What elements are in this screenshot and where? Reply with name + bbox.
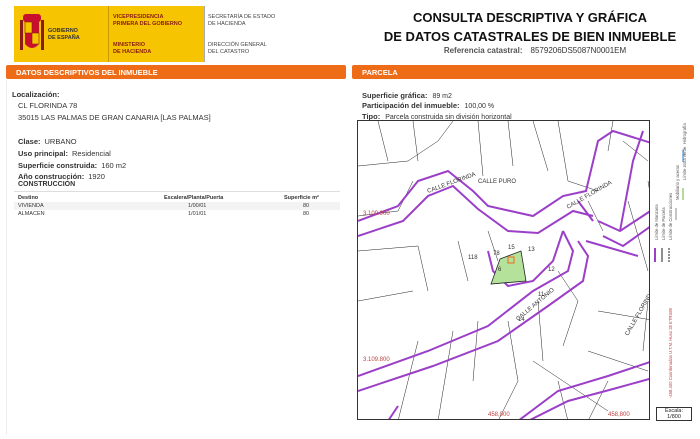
coord-label-top: 3.109.900 xyxy=(363,211,390,217)
secretaria-label: SECRETARÍA DE ESTADO DE HACIENDA xyxy=(208,14,276,27)
page-title: CONSULTA DESCRIPTIVA Y GRÁFICA DE DATOS … xyxy=(370,8,690,46)
table-row xyxy=(14,202,340,210)
section-header-descriptivos: DATOS DESCRIPTIVOS DEL INMUEBLE xyxy=(6,65,346,79)
title-line1: CONSULTA DESCRIPTIVA Y GRÁFICA xyxy=(412,10,647,25)
localizacion-label: Localización: xyxy=(12,90,60,99)
parcel-number: 13 xyxy=(528,247,535,253)
address-line1: CL FLORINDA 78 xyxy=(18,101,78,110)
catastro-divider xyxy=(204,6,205,62)
referencia-catastral: Referencia catastral: 8579206DS5087N0001E… xyxy=(380,46,690,55)
th-superficie: Superficie m² xyxy=(284,195,319,201)
coord-label-bottom: 3.109.800 xyxy=(363,357,390,363)
parcel-number: 15 xyxy=(508,245,515,251)
anio-label: Año construcción: xyxy=(18,172,85,181)
spain-crest-icon xyxy=(20,12,44,56)
th-escalera: Escalera/Planta/Puerta xyxy=(164,195,224,201)
cell-destino-2: ALMACEN xyxy=(18,211,45,217)
title-line2: DE DATOS CATASTRALES DE BIEN INMUEBLE xyxy=(383,29,677,44)
vicepresidencia-label: VICEPRESIDENCIA PRIMERA DEL GOBIERNO xyxy=(113,14,183,27)
escala-value: 1/800 xyxy=(667,414,681,420)
parcel-number: 14 xyxy=(518,317,525,323)
map-svg: 3.109.900 3.109.800 458,000 458,800 CALL… xyxy=(358,121,691,419)
cell-escalera-2: 1/01/01 xyxy=(188,211,207,217)
parcel-number: 11 xyxy=(538,292,545,298)
direccion-label: DIRECCIÓN GENERAL DEL CATASTRO xyxy=(208,42,267,55)
table-row xyxy=(14,210,340,218)
parcel-number: 118 xyxy=(468,255,478,261)
ref-value: 8579206DS5087N0001EM xyxy=(530,46,627,55)
legend-item: Límite de Parcela xyxy=(661,207,666,240)
cell-destino-1: VIVIENDA xyxy=(18,203,44,209)
construccion-table: Destino Escalera/Planta/Puerta Superfici… xyxy=(14,191,340,435)
th-destino: Destino xyxy=(18,195,39,201)
header-divider xyxy=(108,6,109,62)
legend-item: Hidrografía xyxy=(682,123,687,144)
parcel-number: 78 xyxy=(493,251,500,257)
catastro-box: SECRETARÍA DE ESTADO DE HACIENDA DIRECCI… xyxy=(204,6,291,62)
coord-x1: 458,000 xyxy=(488,412,510,418)
section-header-parcela: PARCELA xyxy=(352,65,694,79)
legend-item: Límite de Construcciones xyxy=(668,193,673,240)
coord-x2: 458,800 xyxy=(608,412,630,418)
cell-superficie-2: 80 xyxy=(303,211,310,217)
map-legend: Límite de Manzana Límite de Parcela Lími… xyxy=(649,120,692,420)
ministerio-label: MINISTERIO DE HACIENDA xyxy=(113,42,152,55)
street-label: CALLE FLORINDA xyxy=(566,180,613,211)
legend-labels: Límite de Manzana Límite de Parcela Lími… xyxy=(654,123,687,398)
legend-coords: -458.400 Coordenadas U.T.M. Huso 28 ETRS… xyxy=(668,307,673,398)
cadastral-map[interactable]: 3.109.900 3.109.800 458,000 458,800 CALL… xyxy=(357,120,692,420)
map-labels: 3.109.900 3.109.800 458,000 458,800 CALL… xyxy=(363,172,655,418)
street-label: CALLE PURO xyxy=(478,179,516,185)
parcel-number: 12 xyxy=(548,267,555,273)
gobierno-banner: GOBIERNO DE ESPAÑA VICEPRESIDENCIA PRIME… xyxy=(14,6,291,62)
construccion-title: CONSTRUCCIÓN xyxy=(18,181,76,188)
address-line2: 35015 LAS PALMAS DE GRAN CANARIA [LAS PA… xyxy=(18,113,211,122)
cell-superficie-1: 80 xyxy=(303,203,310,209)
cell-escalera-1: 1/00/01 xyxy=(188,203,207,209)
legend-item: Mobiliario y aceras xyxy=(675,165,680,200)
legend-svg: Límite de Manzana Límite de Parcela Lími… xyxy=(654,123,687,398)
map-scale: Escala: 1/800 xyxy=(656,407,692,421)
ref-label: Referencia catastral: xyxy=(443,46,523,55)
gobierno-label: GOBIERNO DE ESPAÑA xyxy=(48,28,80,41)
anio-value: 1920 xyxy=(88,172,105,181)
legend-item: Límite de Manzana xyxy=(654,204,659,240)
